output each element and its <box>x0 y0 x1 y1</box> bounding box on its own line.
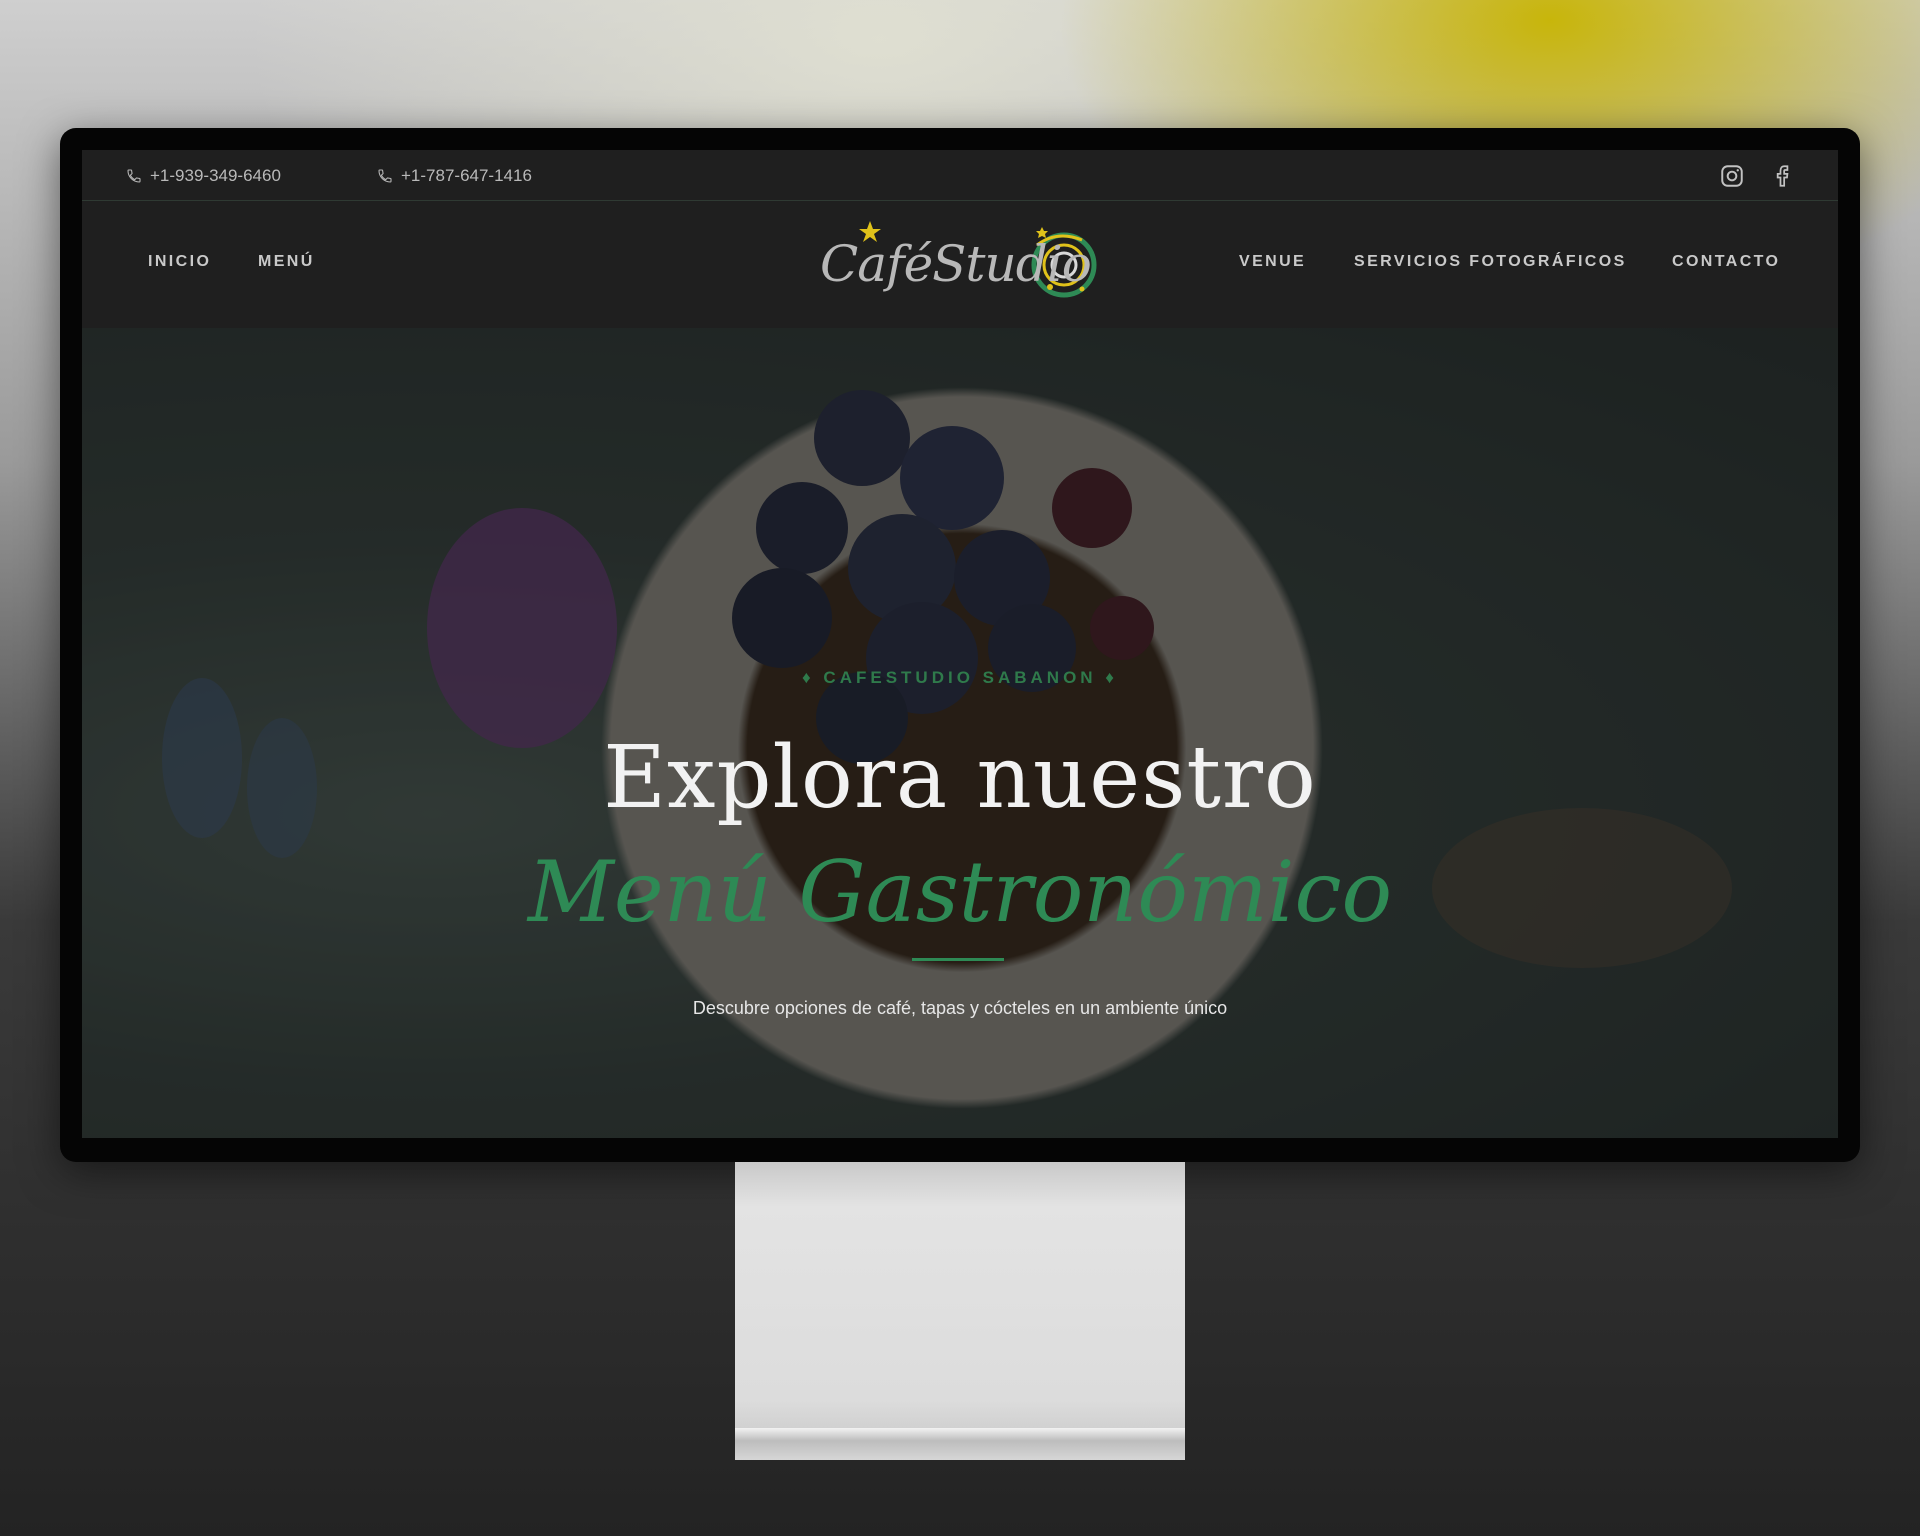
contact-topbar: +1-939-349-6460 +1-787-647-1416 <box>82 150 1838 201</box>
hero-title: Explora nuestro <box>603 728 1317 828</box>
phone-link-1[interactable]: +1-939-349-6460 <box>126 166 281 186</box>
phone-number: +1-939-349-6460 <box>150 166 281 185</box>
hero-title-accent: Menú Gastronómico <box>527 843 1393 941</box>
hero-eyebrow: ♦ CAFESTUDIO SABANON ♦ <box>802 668 1118 687</box>
phone-icon <box>127 169 141 183</box>
main-navbar: INICIO MENÚ CaféStudio VENUE SERVICIOS F… <box>82 201 1838 328</box>
hero-divider <box>912 958 1004 961</box>
nav-item-servicios-fotograficos[interactable]: SERVICIOS FOTOGRÁFICOS <box>1354 253 1627 271</box>
nav-item-contacto[interactable]: CONTACTO <box>1672 253 1780 271</box>
monitor-stand <box>735 1162 1185 1460</box>
website-screen: +1-939-349-6460 +1-787-647-1416 INICIO M… <box>82 150 1838 1138</box>
cafestudio-logo[interactable]: CaféStudio <box>812 215 1112 315</box>
monitor-stand-base <box>735 1428 1185 1460</box>
phone-link-2[interactable]: +1-787-647-1416 <box>377 166 532 186</box>
hero-subtitle: Descubre opciones de café, tapas y cócte… <box>692 998 1228 1018</box>
facebook-icon <box>1776 165 1789 187</box>
nav-item-inicio[interactable]: INICIO <box>148 253 211 271</box>
phone-icon <box>378 169 392 183</box>
logo-wordmark: CaféStudio <box>820 235 1092 293</box>
nav-item-venue[interactable]: VENUE <box>1239 253 1306 271</box>
instagram-icon <box>1721 165 1743 187</box>
nav-item-menu[interactable]: MENÚ <box>258 253 315 271</box>
hero-section: ♦ CAFESTUDIO SABANON ♦ Explora nuestro M… <box>82 328 1838 1138</box>
phone-number: +1-787-647-1416 <box>401 166 532 185</box>
facebook-link[interactable] <box>1768 162 1796 190</box>
monitor-frame: +1-939-349-6460 +1-787-647-1416 INICIO M… <box>60 128 1860 1162</box>
instagram-link[interactable] <box>1718 162 1746 190</box>
